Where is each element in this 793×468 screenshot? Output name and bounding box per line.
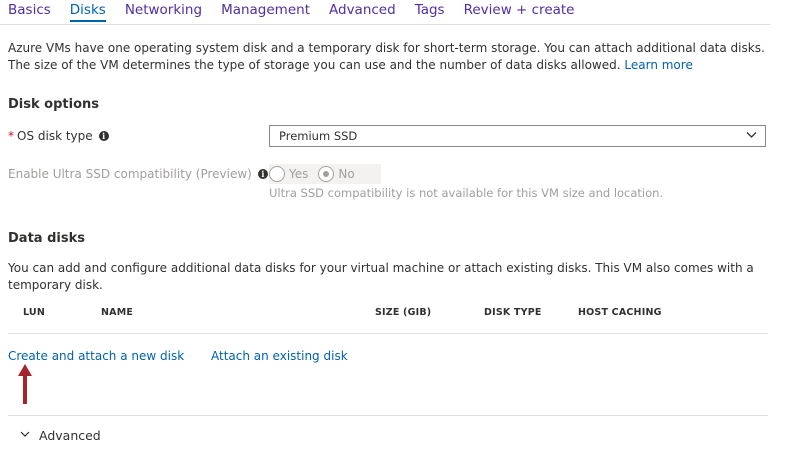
tab-networking[interactable]: Networking	[125, 0, 202, 24]
advanced-expander[interactable]: Advanced	[20, 428, 101, 443]
tabs-divider	[0, 24, 770, 25]
chevron-down-icon	[746, 127, 757, 147]
tab-advanced[interactable]: Advanced	[329, 0, 396, 24]
column-header-disk-type: DISK TYPE	[484, 307, 542, 318]
ultra-ssd-no-label: No	[338, 167, 355, 181]
table-divider	[8, 333, 768, 334]
ultra-ssd-no-radio[interactable]: No	[318, 166, 355, 182]
os-disk-type-label: * OS disk type i	[8, 129, 109, 143]
chevron-down-icon	[20, 429, 30, 442]
tab-basics[interactable]: Basics	[8, 0, 51, 24]
tab-disks[interactable]: Disks	[69, 0, 106, 24]
ultra-ssd-yes-label: Yes	[289, 167, 309, 181]
attach-existing-disk-link[interactable]: Attach an existing disk	[211, 349, 348, 363]
tab-review-create[interactable]: Review + create	[464, 0, 575, 24]
ultra-ssd-helper-text: Ultra SSD compatibility is not available…	[269, 186, 664, 200]
tab-tags[interactable]: Tags	[415, 0, 445, 24]
advanced-divider	[8, 415, 768, 416]
os-disk-type-select[interactable]: Premium SSD	[269, 125, 766, 147]
advanced-label: Advanced	[39, 428, 101, 443]
annotation-arrow-icon	[18, 364, 32, 404]
learn-more-link[interactable]: Learn more	[624, 58, 692, 72]
info-icon[interactable]: i	[257, 169, 268, 179]
radio-circle-checked	[318, 166, 335, 182]
data-disks-heading: Data disks	[8, 231, 85, 246]
column-header-name: NAME	[101, 307, 134, 318]
intro-text: Azure VMs have one operating system disk…	[8, 40, 778, 74]
info-icon[interactable]: i	[98, 131, 109, 141]
ultra-ssd-label: Enable Ultra SSD compatibility (Preview)…	[8, 167, 268, 181]
column-header-size: SIZE (GIB)	[375, 307, 432, 318]
os-disk-type-text: OS disk type	[17, 129, 93, 143]
data-disks-description: You can add and configure additional dat…	[8, 261, 754, 292]
radio-circle	[269, 166, 285, 182]
create-attach-new-disk-link[interactable]: Create and attach a new disk	[8, 349, 184, 363]
column-header-lun: LUN	[23, 307, 45, 318]
ultra-ssd-radio-group: Yes No	[269, 164, 381, 184]
tab-management[interactable]: Management	[221, 0, 310, 24]
ultra-ssd-text: Enable Ultra SSD compatibility (Preview)	[8, 167, 252, 181]
disk-options-heading: Disk options	[8, 97, 99, 112]
required-marker: *	[8, 129, 14, 143]
wizard-tabs: Basics Disks Networking Management Advan…	[8, 0, 594, 24]
column-header-host-caching: HOST CACHING	[578, 307, 662, 318]
os-disk-type-value: Premium SSD	[279, 129, 358, 143]
ultra-ssd-yes-radio[interactable]: Yes	[269, 166, 308, 182]
